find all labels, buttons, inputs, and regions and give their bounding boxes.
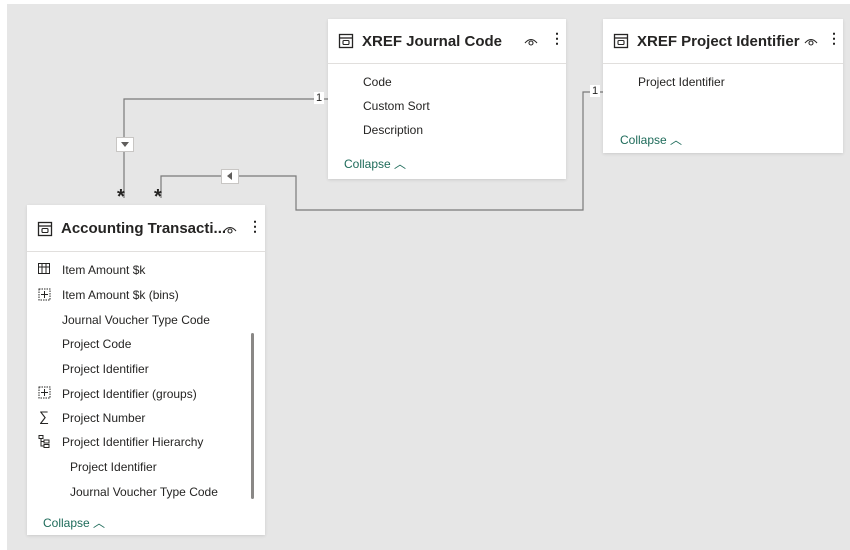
field-project-identifier-groups[interactable]: Project Identifier (groups): [62, 387, 197, 401]
hierarchy-level-project-identifier[interactable]: Project Identifier: [70, 460, 157, 474]
field-project-number[interactable]: Project Number: [62, 411, 145, 425]
field-journal-voucher-type-code[interactable]: Journal Voucher Type Code: [62, 313, 210, 327]
collapse-label: Collapse: [620, 133, 667, 147]
table-title: Accounting Transacti...: [61, 220, 227, 237]
more-options-icon[interactable]: ⋮: [248, 219, 262, 233]
table-card-project-identifier[interactable]: XREF Project Identifier ⋮ Project Identi…: [603, 19, 843, 153]
field-item-amount-bins[interactable]: Item Amount $k (bins): [62, 288, 179, 302]
collapse-button[interactable]: Collapse ︿: [43, 514, 105, 531]
header-divider: [27, 251, 265, 252]
field-code[interactable]: Code: [363, 75, 392, 89]
collapse-label: Collapse: [344, 157, 391, 171]
calculated-table-icon: [38, 263, 50, 274]
table-icon: [37, 221, 53, 237]
header-divider: [603, 63, 843, 64]
field-project-code[interactable]: Project Code: [62, 337, 131, 351]
filter-direction-left-icon[interactable]: [221, 169, 239, 184]
groups-icon: [38, 386, 51, 399]
filter-direction-down-icon[interactable]: [116, 137, 134, 152]
field-description[interactable]: Description: [363, 123, 423, 137]
field-project-identifier[interactable]: Project Identifier: [638, 75, 725, 89]
collapse-button[interactable]: Collapse ︿: [620, 131, 682, 148]
header-divider: [328, 63, 566, 64]
table-card-journal-code[interactable]: XREF Journal Code ⋮ Code Custom Sort Des…: [328, 19, 566, 179]
field-project-identifier[interactable]: Project Identifier: [62, 362, 149, 376]
chevron-up-icon: ︿: [670, 133, 683, 147]
fields-scrollbar[interactable]: [251, 333, 254, 499]
table-icon: [613, 33, 629, 49]
sum-icon: ∑: [39, 408, 49, 424]
table-title: XREF Project Identifier: [637, 33, 800, 50]
cardinality-one-project: 1: [590, 85, 601, 97]
hierarchy-level-journal-voucher-type-code[interactable]: Journal Voucher Type Code: [70, 485, 218, 499]
collapse-label: Collapse: [43, 516, 90, 530]
hierarchy-icon: [38, 435, 50, 448]
visibility-eye-icon[interactable]: [222, 222, 238, 236]
visibility-eye-icon[interactable]: [523, 34, 539, 48]
more-options-icon[interactable]: ⋮: [550, 31, 564, 45]
table-title: XREF Journal Code: [362, 33, 503, 50]
bins-icon: [38, 288, 51, 301]
field-project-identifier-hierarchy[interactable]: Project Identifier Hierarchy: [62, 435, 203, 449]
cardinality-one-journal: 1: [314, 92, 325, 104]
field-item-amount[interactable]: Item Amount $k: [62, 263, 145, 277]
visibility-eye-icon[interactable]: [803, 34, 819, 48]
table-card-accounting-transactions[interactable]: Accounting Transacti... ⋮ ∑ Item Amount …: [27, 205, 265, 535]
field-custom-sort[interactable]: Custom Sort: [363, 99, 430, 113]
collapse-button[interactable]: Collapse ︿: [344, 155, 406, 172]
chevron-up-icon: ︿: [394, 157, 407, 171]
chevron-up-icon: ︿: [93, 516, 106, 530]
more-options-icon[interactable]: ⋮: [827, 31, 841, 45]
table-icon: [338, 33, 354, 49]
